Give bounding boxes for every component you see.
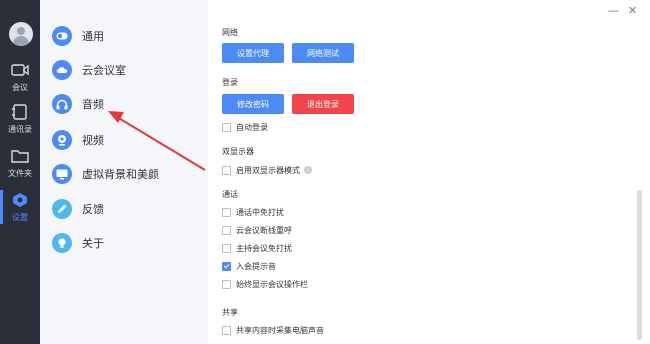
annotation-arrow bbox=[108, 111, 206, 171]
